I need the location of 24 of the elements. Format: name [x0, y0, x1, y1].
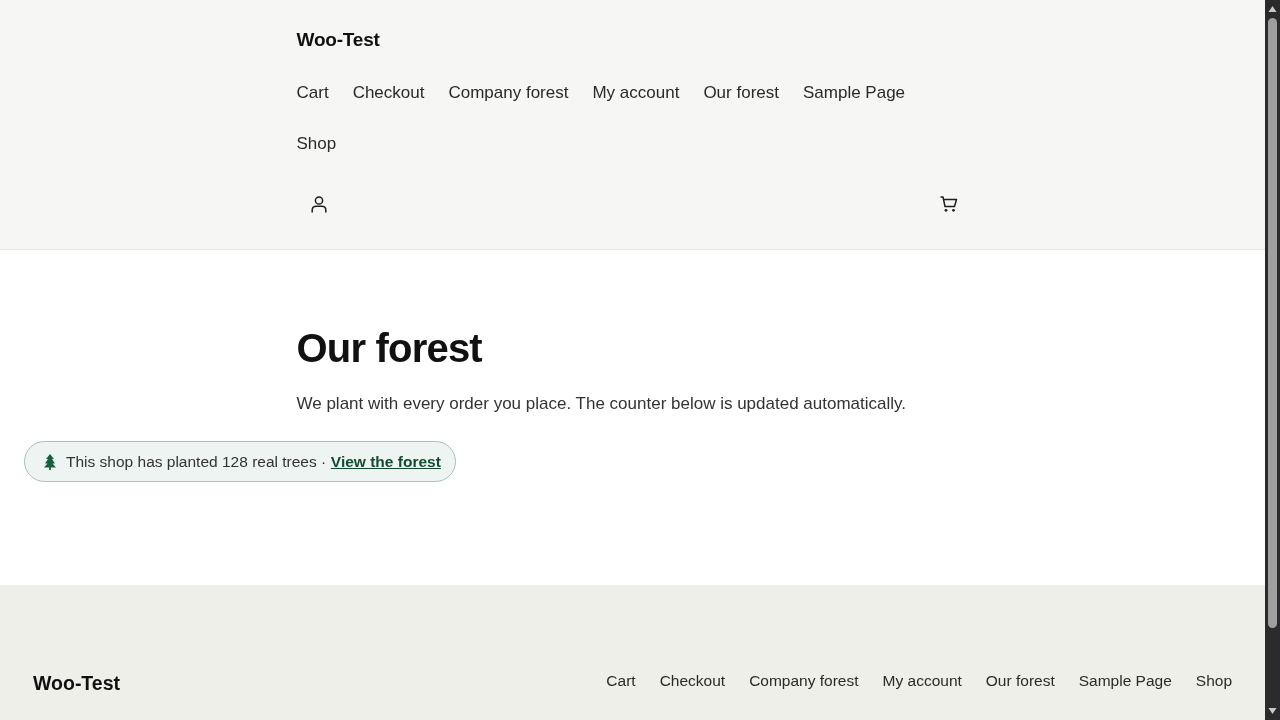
footer-nav-link[interactable]: My account: [882, 670, 962, 692]
nav-link[interactable]: Our forest: [703, 79, 779, 106]
site-title-link[interactable]: Woo-Test: [296, 28, 380, 52]
nav-link[interactable]: Shop: [296, 130, 337, 157]
page-title: Our forest: [296, 325, 483, 372]
nav-link[interactable]: Sample Page: [803, 79, 906, 106]
nav-link[interactable]: Cart: [296, 79, 329, 106]
footer-nav-link[interactable]: Our forest: [985, 670, 1055, 692]
view-forest-link[interactable]: View the forest: [330, 452, 441, 470]
footer-nav-link[interactable]: Cart: [606, 670, 636, 692]
scrollbar[interactable]: [1265, 0, 1280, 720]
footer-nav-link[interactable]: Checkout: [659, 670, 726, 692]
footer-site-title-link[interactable]: Woo-Test: [33, 670, 121, 696]
nav-link[interactable]: Checkout: [352, 79, 425, 106]
tree-counter-text: This shop has planted 128 real trees · View the forest: [66, 451, 441, 472]
nav-link[interactable]: Company forest: [448, 79, 569, 106]
person-icon[interactable]: [310, 195, 327, 213]
intro-text: We plant with every order you place. The counter below is updated automatically.: [296, 393, 907, 415]
footer-nav-link[interactable]: Sample Page: [1078, 670, 1172, 692]
footer-nav-link[interactable]: Company forest: [749, 670, 859, 692]
nav-link[interactable]: My account: [592, 79, 680, 106]
tree-icon: [44, 453, 56, 470]
footer-nav-link[interactable]: Shop: [1195, 670, 1232, 692]
cart-icon[interactable]: [939, 196, 958, 212]
